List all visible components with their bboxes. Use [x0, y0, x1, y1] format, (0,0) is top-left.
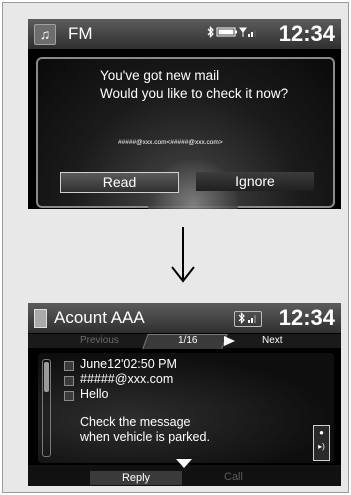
scrollbar[interactable]	[42, 359, 51, 457]
bluetooth-signal-icon	[234, 311, 262, 327]
reply-button[interactable]: Reply	[90, 471, 182, 485]
music-note-icon: ♫	[34, 24, 56, 45]
mail-date: June12'02:50 PM	[80, 357, 177, 371]
clock: 12:34	[278, 305, 335, 330]
clock-icon	[64, 361, 74, 371]
mail-content-panel: June12'02:50 PM #####@xxx.com Hello Chec…	[38, 353, 334, 463]
read-button[interactable]: Read	[60, 172, 179, 193]
status-bar: ♫ FM 12:34	[28, 19, 341, 49]
scrollbar-thumb[interactable]	[44, 362, 49, 392]
read-aloud-button[interactable]: ● ▸)	[313, 425, 330, 461]
chevron-down-icon[interactable]	[176, 459, 192, 468]
action-bar	[28, 465, 341, 486]
audio-source-label: FM	[68, 24, 93, 43]
ignore-button[interactable]: Ignore	[196, 172, 314, 191]
parked-notice-line1: Check the message	[80, 415, 191, 429]
status-bar: Acount AAA 12:34	[28, 303, 341, 333]
voice-icon: ●	[319, 428, 324, 437]
clock: 12:34	[278, 21, 335, 46]
sender-address: #####@xxx.com<#####@xxx.com>	[118, 139, 223, 146]
subject-icon	[64, 391, 74, 401]
sender-icon	[64, 376, 74, 386]
mail-from: #####@xxx.com	[80, 372, 174, 386]
mail-detail-screen: Acount AAA 12:34 Previous 1/16 Next June…	[28, 303, 341, 486]
call-button[interactable]: Call	[224, 471, 243, 483]
previous-button[interactable]: Previous	[80, 335, 119, 346]
phone-icon	[34, 309, 47, 328]
new-mail-notification-screen: ♫ FM 12:34 You've got new mail Would you…	[28, 19, 341, 209]
dialog-message-line2: Would you like to check it now?	[100, 86, 289, 101]
mail-navigation-bar: Previous 1/16 Next	[28, 334, 341, 349]
next-button[interactable]: Next	[262, 335, 283, 346]
down-arrow-icon	[171, 227, 195, 283]
new-mail-dialog: You've got new mail Would you like to ch…	[36, 57, 335, 209]
page-indicator: 1/16	[178, 335, 198, 346]
parked-notice-line2: when vehicle is parked.	[80, 430, 210, 444]
chevron-right-icon	[224, 336, 235, 346]
bluetooth-battery-signal-icon	[207, 25, 256, 39]
speaker-icon: ▸)	[318, 442, 325, 451]
account-label: Acount AAA	[54, 308, 145, 327]
mail-subject: Hello	[80, 387, 109, 401]
status-indicator-icons	[206, 25, 264, 41]
dialog-message-line1: You've got new mail	[100, 68, 220, 83]
illustration-frame: ♫ FM 12:34 You've got new mail Would you…	[2, 2, 349, 493]
